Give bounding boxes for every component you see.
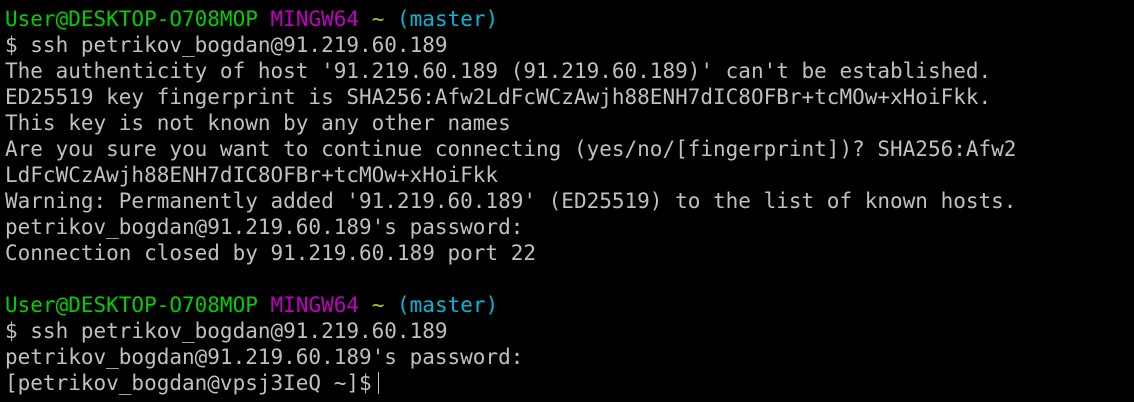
prompt-line: User@DESKTOP-O708MOP MINGW64 ~ (master) xyxy=(5,6,1134,32)
prompt-system: MINGW64 xyxy=(270,7,360,31)
output-line: petrikov_bogdan@91.219.60.189's password… xyxy=(5,345,524,369)
output-line: petrikov_bogdan@91.219.60.189's password… xyxy=(5,215,524,239)
output-line: This key is not known by any other names xyxy=(5,111,511,135)
output-line: Connection closed by 91.219.60.189 port … xyxy=(5,241,537,265)
output-line: ED25519 key fingerprint is SHA256:Afw2Ld… xyxy=(5,85,992,109)
prompt-path: ~ xyxy=(371,293,385,317)
remote-prompt: [petrikov_bogdan@vpsj3IeQ ~]$ xyxy=(5,371,372,395)
command-line: $ ssh petrikov_bogdan@91.219.60.189 xyxy=(5,319,448,343)
text-cursor xyxy=(377,372,379,394)
prompt-branch: (master) xyxy=(397,293,499,317)
command-line: $ ssh petrikov_bogdan@91.219.60.189 xyxy=(5,33,448,57)
output-line: Are you sure you want to continue connec… xyxy=(5,137,1017,161)
prompt-system: MINGW64 xyxy=(270,293,360,317)
output-line: LdFcWCzAwjh88ENH7dIC8OFBr+tcMOw+xHoiFkk xyxy=(5,163,499,187)
terminal-window[interactable]: User@DESKTOP-O708MOP MINGW64 ~ (master) … xyxy=(0,0,1134,402)
prompt-line: User@DESKTOP-O708MOP MINGW64 ~ (master) xyxy=(5,292,1134,318)
output-line: The authenticity of host '91.219.60.189 … xyxy=(5,59,992,83)
output-line: Warning: Permanently added '91.219.60.18… xyxy=(5,189,1017,213)
prompt-user-host: User@DESKTOP-O708MOP xyxy=(5,293,258,317)
prompt-branch: (master) xyxy=(397,7,499,31)
prompt-path: ~ xyxy=(371,7,385,31)
prompt-user-host: User@DESKTOP-O708MOP xyxy=(5,7,258,31)
remote-prompt-line[interactable]: [petrikov_bogdan@vpsj3IeQ ~]$ xyxy=(5,370,1134,396)
